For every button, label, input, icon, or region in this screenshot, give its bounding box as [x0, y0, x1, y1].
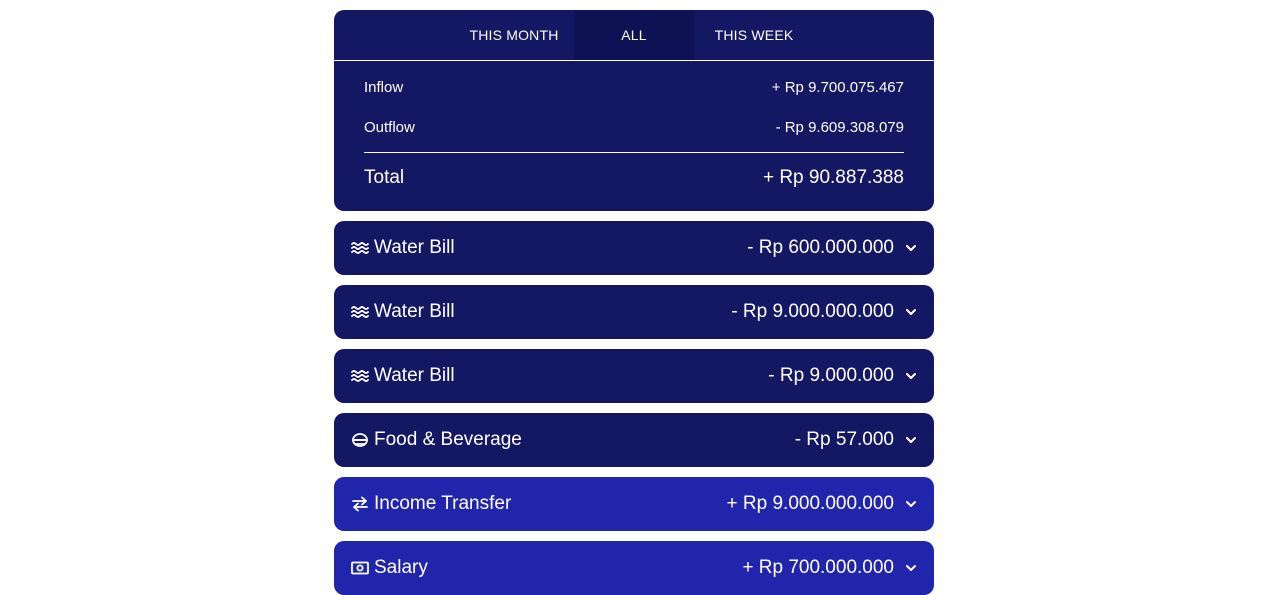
- cash-icon: [350, 558, 370, 578]
- transaction-amount: + Rp 700.000.000: [742, 557, 894, 578]
- summary-card: THIS MONTH ALL THIS WEEK Inflow + Rp 9.7…: [334, 10, 934, 211]
- outflow-value: - Rp 9.609.308.079: [775, 118, 904, 136]
- summary-rows: Inflow + Rp 9.700.075.467 Outflow - Rp 9…: [334, 61, 934, 203]
- transaction-item[interactable]: Salary + Rp 700.000.000: [334, 541, 934, 595]
- inflow-row: Inflow + Rp 9.700.075.467: [364, 61, 904, 112]
- tab-all[interactable]: ALL: [574, 10, 694, 60]
- transaction-name: Income Transfer: [374, 493, 512, 514]
- chevron-down-icon[interactable]: [904, 241, 918, 255]
- chevron-down-icon[interactable]: [904, 433, 918, 447]
- transaction-item[interactable]: Food & Beverage - Rp 57.000: [334, 413, 934, 467]
- transfer-arrows-icon: [350, 494, 370, 514]
- transactions-panel: THIS MONTH ALL THIS WEEK Inflow + Rp 9.7…: [334, 10, 934, 595]
- inflow-label: Inflow: [364, 78, 404, 96]
- chevron-down-icon[interactable]: [904, 369, 918, 383]
- inflow-value: + Rp 9.700.075.467: [771, 78, 904, 96]
- transaction-item[interactable]: Water Bill - Rp 600.000.000: [334, 221, 934, 275]
- total-label: Total: [364, 167, 405, 188]
- transaction-amount: - Rp 600.000.000: [747, 237, 894, 258]
- outflow-row: Outflow - Rp 9.609.308.079: [364, 112, 904, 142]
- total-value: + Rp 90.887.388: [762, 167, 904, 188]
- tab-this-week[interactable]: THIS WEEK: [694, 10, 814, 60]
- transaction-name: Water Bill: [374, 237, 455, 258]
- transaction-name: Water Bill: [374, 365, 455, 386]
- transaction-amount: - Rp 9.000.000.000: [731, 301, 894, 322]
- transaction-item[interactable]: Water Bill - Rp 9.000.000: [334, 349, 934, 403]
- transaction-amount: + Rp 9.000.000.000: [726, 493, 894, 514]
- chevron-down-icon[interactable]: [904, 561, 918, 575]
- transaction-name: Food & Beverage: [374, 429, 522, 450]
- transaction-item[interactable]: Water Bill - Rp 9.000.000.000: [334, 285, 934, 339]
- total-row: Total + Rp 90.887.388: [364, 153, 904, 203]
- chevron-down-icon[interactable]: [904, 497, 918, 511]
- tab-this-month[interactable]: THIS MONTH: [454, 10, 574, 60]
- water-icon: [350, 302, 370, 322]
- chevron-down-icon[interactable]: [904, 305, 918, 319]
- transaction-item[interactable]: Income Transfer + Rp 9.000.000.000: [334, 477, 934, 531]
- transaction-amount: - Rp 9.000.000: [768, 365, 894, 386]
- transaction-amount: - Rp 57.000: [794, 429, 894, 450]
- transaction-name: Salary: [374, 557, 428, 578]
- water-icon: [350, 238, 370, 258]
- food-bowl-icon: [350, 430, 370, 450]
- period-tabs: THIS MONTH ALL THIS WEEK: [334, 10, 934, 61]
- transaction-name: Water Bill: [374, 301, 455, 322]
- outflow-label: Outflow: [364, 118, 415, 136]
- water-icon: [350, 366, 370, 386]
